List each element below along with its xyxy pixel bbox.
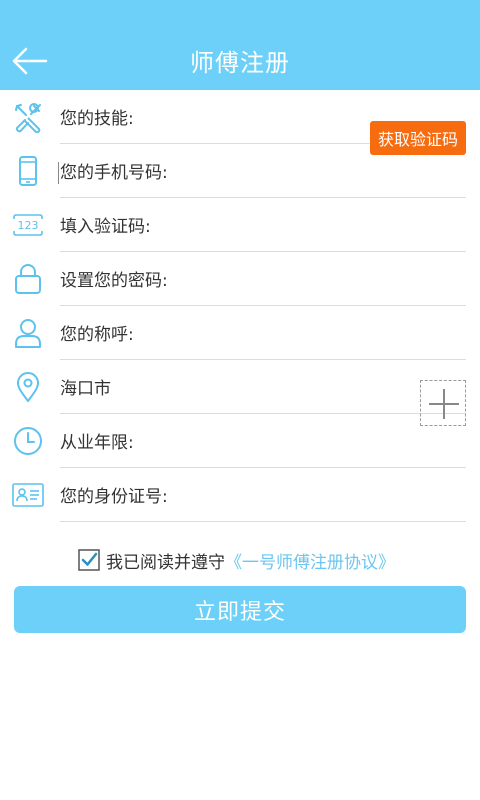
agreement-link[interactable]: 《一号师傅注册协议》 [225,548,395,573]
city-value: 海口市 [60,379,111,399]
arrow-left-icon[interactable] [10,40,50,80]
id-photo-upload-button[interactable] [420,380,466,426]
agreement-row: 我已阅读并遵守 《一号师傅注册协议》 [78,548,395,573]
svg-text:123: 123 [18,219,39,232]
id-number-label: 您的身份证号: [60,487,168,507]
phone-icon [19,156,37,186]
divider [60,521,466,522]
skill-label: 您的技能: [60,109,134,129]
id-card-icon [12,483,44,507]
name-field[interactable]: 您的称呼: [0,306,480,360]
user-icon [15,319,41,348]
city-field[interactable]: 海口市 [0,360,480,414]
clock-icon [14,427,42,455]
lock-icon [15,264,41,294]
phone-label: 您的手机号码: [58,144,168,198]
experience-label: 从业年限: [60,433,134,453]
name-label: 您的称呼: [60,325,134,345]
experience-field[interactable]: 从业年限: [0,414,480,468]
agreement-checkbox[interactable] [78,549,100,571]
verification-code-label: 填入验证码: [60,217,151,237]
page-title: 师傅注册 [190,48,290,77]
submit-button[interactable]: 立即提交 [14,586,466,633]
id-number-field[interactable]: 您的身份证号: [0,468,480,522]
agreement-text: 我已阅读并遵守 [106,552,225,573]
tools-icon [15,103,41,133]
app-header: 师傅注册 [0,0,480,90]
password-label: 设置您的密码: [60,271,168,291]
password-field[interactable]: 设置您的密码: [0,252,480,306]
verification-code-field[interactable]: 123 填入验证码: [0,198,480,252]
keypad-123-icon: 123 [13,214,43,236]
get-code-button[interactable]: 获取验证码 [370,121,466,155]
location-icon [17,372,39,402]
